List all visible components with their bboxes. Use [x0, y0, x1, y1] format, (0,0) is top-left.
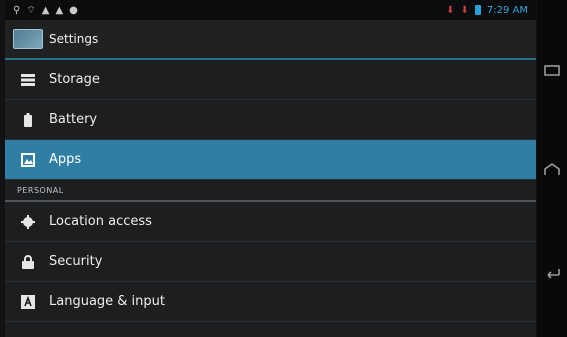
page-title: Settings	[49, 32, 99, 46]
action-bar: Settings	[5, 20, 536, 60]
settings-item-security[interactable]: Security	[5, 242, 536, 282]
status-left: ⚲ ⌔ ▲ ▲ ●	[13, 4, 78, 17]
recent-apps-icon	[544, 65, 560, 76]
notification-icon: ⬇	[446, 4, 455, 16]
navigation-bar	[537, 0, 567, 337]
home-button[interactable]	[542, 160, 562, 180]
home-icon	[544, 163, 560, 175]
apps-icon	[17, 152, 39, 167]
settings-list: Storage Battery Apps PERSONAL Location a…	[5, 60, 536, 322]
settings-item-label: Language & input	[49, 294, 165, 309]
lock-icon	[17, 254, 39, 269]
settings-app-icon[interactable]	[13, 29, 43, 49]
settings-item-label: Storage	[49, 72, 100, 87]
status-time: 7:29 AM	[486, 4, 528, 16]
settings-item-battery[interactable]: Battery	[5, 100, 536, 140]
settings-item-label: Security	[49, 254, 103, 269]
wifi-icon: ⌔	[26, 4, 36, 16]
settings-item-label: Apps	[49, 152, 82, 167]
notification-icon: ⬇	[460, 4, 469, 16]
settings-item-label: Location access	[49, 214, 152, 229]
storage-icon	[17, 73, 39, 86]
settings-item-language[interactable]: Language & input	[5, 282, 536, 322]
battery-icon	[474, 5, 481, 15]
back-button[interactable]	[542, 262, 562, 282]
settings-item-label: Battery	[49, 112, 98, 127]
usb-icon: ⚲	[13, 4, 21, 16]
back-icon	[547, 269, 560, 279]
section-header-personal: PERSONAL	[5, 180, 536, 202]
location-icon	[17, 214, 39, 229]
alert-icon: ▲	[55, 4, 64, 16]
settings-item-storage[interactable]: Storage	[5, 60, 536, 100]
status-right: ⬇ ⬇ 7:29 AM	[446, 5, 528, 16]
recent-apps-button[interactable]	[542, 60, 562, 80]
language-icon	[17, 294, 39, 309]
settings-screen: ⚲ ⌔ ▲ ▲ ● ⬇ ⬇ 7:29 AM Settings Storage B…	[5, 0, 536, 337]
battery-icon	[17, 112, 39, 127]
settings-item-location[interactable]: Location access	[5, 202, 536, 242]
android-icon: ●	[69, 4, 78, 16]
settings-item-apps[interactable]: Apps	[5, 140, 536, 180]
alert-icon: ▲	[41, 4, 50, 16]
status-bar: ⚲ ⌔ ▲ ▲ ● ⬇ ⬇ 7:29 AM	[5, 0, 536, 20]
